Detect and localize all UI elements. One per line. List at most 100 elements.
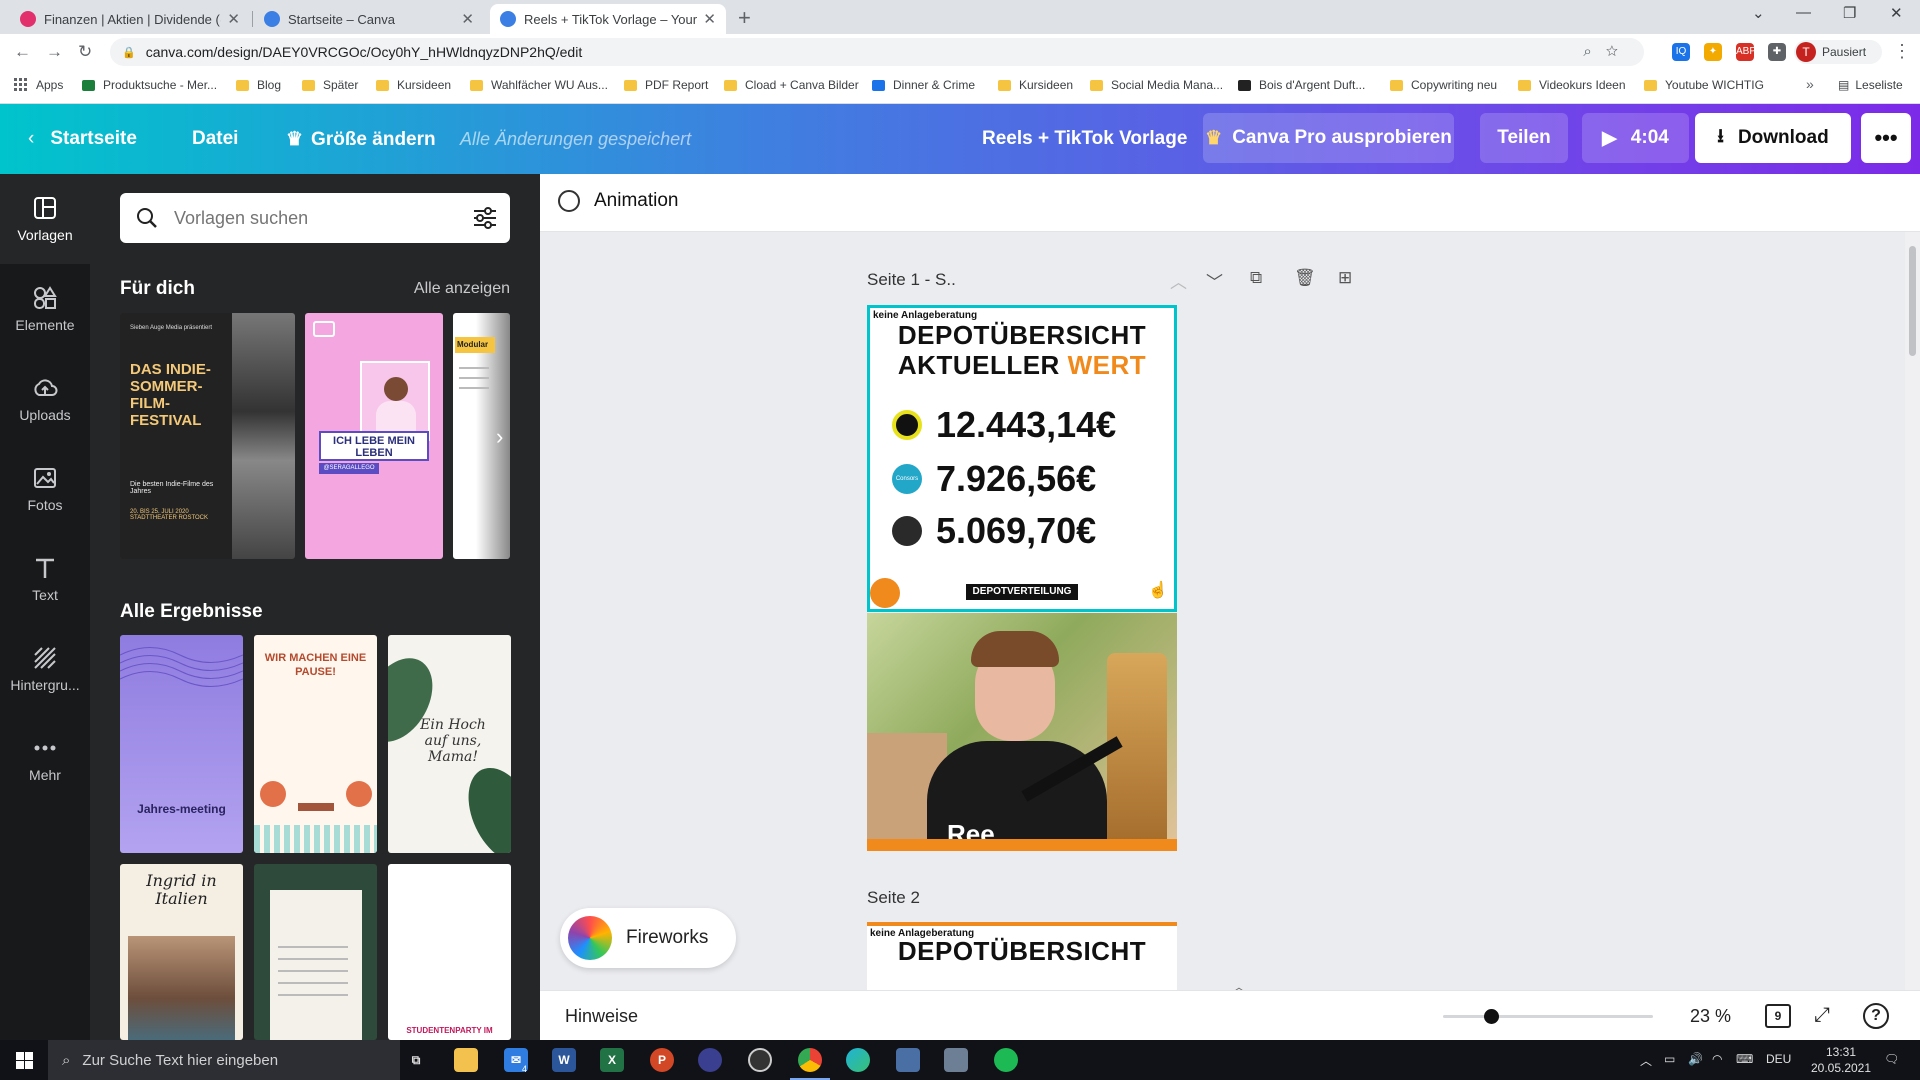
chrome-icon[interactable]: [790, 1048, 830, 1080]
window-close-icon[interactable]: ✕: [1890, 4, 1903, 22]
word-icon[interactable]: W: [552, 1048, 576, 1072]
home-button[interactable]: ‹ Startseite: [28, 128, 137, 150]
profile-button[interactable]: T Pausiert: [1794, 40, 1882, 64]
tray-chevron-icon[interactable]: ︿: [1640, 1052, 1652, 1069]
tab-search-icon[interactable]: ⌄: [1752, 4, 1765, 22]
download-button[interactable]: ⭳ Download: [1695, 113, 1851, 163]
adblock-icon[interactable]: ABP: [1736, 43, 1756, 61]
more-options-icon[interactable]: •••: [1861, 113, 1911, 163]
template-thumbnail-pause[interactable]: WIR MACHEN EINE PAUSE!: [254, 635, 377, 853]
forward-icon[interactable]: →: [46, 42, 63, 62]
bookmark-item[interactable]: Social Media Mana...: [1090, 78, 1223, 92]
try-pro-button[interactable]: ♛ Canva Pro ausprobieren: [1203, 113, 1454, 163]
extension-iq-icon[interactable]: IQ: [1672, 43, 1690, 61]
wifi-icon[interactable]: ◠: [1712, 1052, 1722, 1066]
resize-button[interactable]: ♛ Größe ändern: [286, 128, 436, 151]
page-2-title[interactable]: Seite 2: [867, 888, 920, 908]
tab-canva-editor[interactable]: Reels + TikTok Vorlage – Your St ✕: [490, 4, 726, 34]
present-button[interactable]: ▶ 4:04: [1582, 113, 1689, 163]
bookmark-item[interactable]: Youtube WICHTIG: [1644, 78, 1764, 92]
template-thumbnail-italien[interactable]: Ingrid in Italien: [120, 864, 243, 1040]
bookmark-item[interactable]: PDF Report: [624, 78, 708, 92]
bookmark-item[interactable]: Copywriting neu: [1390, 78, 1497, 92]
rail-item-elements[interactable]: Elemente: [0, 264, 90, 354]
obs-icon[interactable]: [748, 1048, 772, 1072]
filter-icon[interactable]: [472, 206, 498, 230]
minimize-icon[interactable]: —: [1796, 4, 1811, 21]
chevron-up-icon[interactable]: ︿: [1170, 268, 1187, 293]
fireworks-animation-button[interactable]: Fireworks: [560, 908, 736, 968]
duplicate-page-icon[interactable]: ⧉: [1250, 268, 1262, 288]
taskbar-search[interactable]: ⌕ Zur Suche Text hier eingeben: [48, 1040, 400, 1080]
bookmark-item[interactable]: Produktsuche - Mer...: [82, 78, 217, 92]
restore-icon[interactable]: ❐: [1843, 4, 1856, 22]
show-all-link[interactable]: Alle anzeigen: [414, 280, 510, 298]
zoom-level[interactable]: 23 %: [1690, 1006, 1731, 1027]
zoom-slider-knob[interactable]: [1484, 1009, 1500, 1024]
tab-instagram[interactable]: Finanzen | Aktien | Dividende (@ ✕: [10, 4, 250, 34]
rail-item-uploads[interactable]: Uploads: [0, 354, 90, 444]
keyboard-icon[interactable]: ⌨: [1736, 1052, 1753, 1066]
bookmark-item[interactable]: Kursideen: [376, 78, 451, 92]
file-menu-button[interactable]: Datei: [192, 128, 238, 150]
rail-item-more[interactable]: Mehr: [0, 714, 90, 804]
trash-icon[interactable]: 🗑: [1294, 268, 1316, 288]
rail-item-templates[interactable]: Vorlagen: [0, 174, 90, 264]
add-page-icon[interactable]: ⊞: [1338, 268, 1352, 288]
puzzle-icon[interactable]: ✚: [1768, 43, 1786, 61]
search-input[interactable]: [174, 207, 464, 229]
language-indicator[interactable]: DEU: [1766, 1052, 1791, 1066]
carousel-next-icon[interactable]: ›: [496, 424, 503, 450]
bookmark-item[interactable]: Dinner & Crime: [872, 78, 975, 92]
reload-icon[interactable]: ↻: [78, 42, 92, 62]
bookmark-item[interactable]: Cload + Canva Bilder: [724, 78, 859, 92]
rail-item-background[interactable]: Hintergru...: [0, 624, 90, 714]
template-thumbnail-checklist[interactable]: [254, 864, 377, 1040]
back-icon[interactable]: ←: [14, 42, 31, 62]
template-thumbnail-pink[interactable]: ICH LEBE MEIN LEBEN @SERAGALLEGO: [305, 313, 443, 559]
design-title[interactable]: Reels + TikTok Vorlage: [982, 128, 1187, 150]
clock[interactable]: 13:31 20.05.2021: [1808, 1044, 1874, 1076]
page-1-video[interactable]: Ree: [867, 613, 1177, 851]
share-button[interactable]: Teilen: [1480, 113, 1568, 163]
bookmark-apps[interactable]: Apps: [14, 78, 63, 92]
bookmark-item[interactable]: Bois d'Argent Duft...: [1238, 78, 1365, 92]
close-icon[interactable]: ✕: [703, 10, 716, 28]
browser-menu-icon[interactable]: ⋮: [1893, 41, 1911, 62]
more-bookmarks-icon[interactable]: »: [1806, 76, 1814, 92]
template-thumbnail-festival[interactable]: Sieben Auge Media präsentiert DAS INDIE-…: [120, 313, 295, 559]
new-tab-icon[interactable]: +: [738, 5, 751, 31]
app-icon[interactable]: [896, 1048, 920, 1072]
zoom-slider[interactable]: [1443, 1009, 1653, 1024]
close-icon[interactable]: ✕: [227, 10, 240, 28]
page-1-slide[interactable]: keine Anlageberatung DEPOTÜBERSICHT AKTU…: [867, 305, 1177, 612]
bookmark-item[interactable]: Blog: [236, 78, 281, 92]
help-icon[interactable]: ?: [1863, 1003, 1889, 1029]
notification-icon[interactable]: 🗨: [1884, 1052, 1899, 1066]
network-icon[interactable]: ▭: [1664, 1052, 1675, 1066]
extension-icon[interactable]: ✦: [1704, 43, 1722, 61]
url-field[interactable]: 🔒 canva.com/design/DAEY0VRCGOc/Ocy0hY_hH…: [110, 38, 1644, 66]
volume-icon[interactable]: 🔊: [1688, 1052, 1703, 1066]
calculator-icon[interactable]: [944, 1048, 968, 1072]
page-count-button[interactable]: 9: [1765, 1004, 1791, 1028]
reading-list[interactable]: ▤ Leseliste: [1838, 78, 1903, 92]
spotify-icon[interactable]: [994, 1048, 1018, 1072]
star-icon[interactable]: ☆: [1606, 43, 1632, 60]
template-thumbnail-mama[interactable]: Ein Hoch auf uns, Mama!: [388, 635, 511, 853]
zoom-icon[interactable]: ⌕: [1583, 43, 1605, 60]
template-thumbnail-party[interactable]: STUDENTENPARTY IM: [388, 864, 511, 1040]
page-2-slide[interactable]: keine Anlageberatung DEPOTÜBERSICHT: [867, 922, 1177, 990]
notes-button[interactable]: Hinweise: [565, 1006, 638, 1027]
animation-button[interactable]: Animation: [558, 190, 679, 212]
page-1-title[interactable]: Seite 1 - S..: [867, 270, 956, 290]
tab-canva-home[interactable]: Startseite – Canva ✕: [254, 4, 484, 34]
bookmark-item[interactable]: Kursideen: [998, 78, 1073, 92]
excel-icon[interactable]: X: [600, 1048, 624, 1072]
template-thumbnail-meeting[interactable]: Jahres-meeting: [120, 635, 243, 853]
task-view-icon[interactable]: ⧉: [404, 1048, 428, 1072]
file-explorer-icon[interactable]: [454, 1048, 478, 1072]
rail-item-text[interactable]: Text: [0, 534, 90, 624]
edge-icon[interactable]: [846, 1048, 870, 1072]
bookmark-item[interactable]: Später: [302, 78, 358, 92]
